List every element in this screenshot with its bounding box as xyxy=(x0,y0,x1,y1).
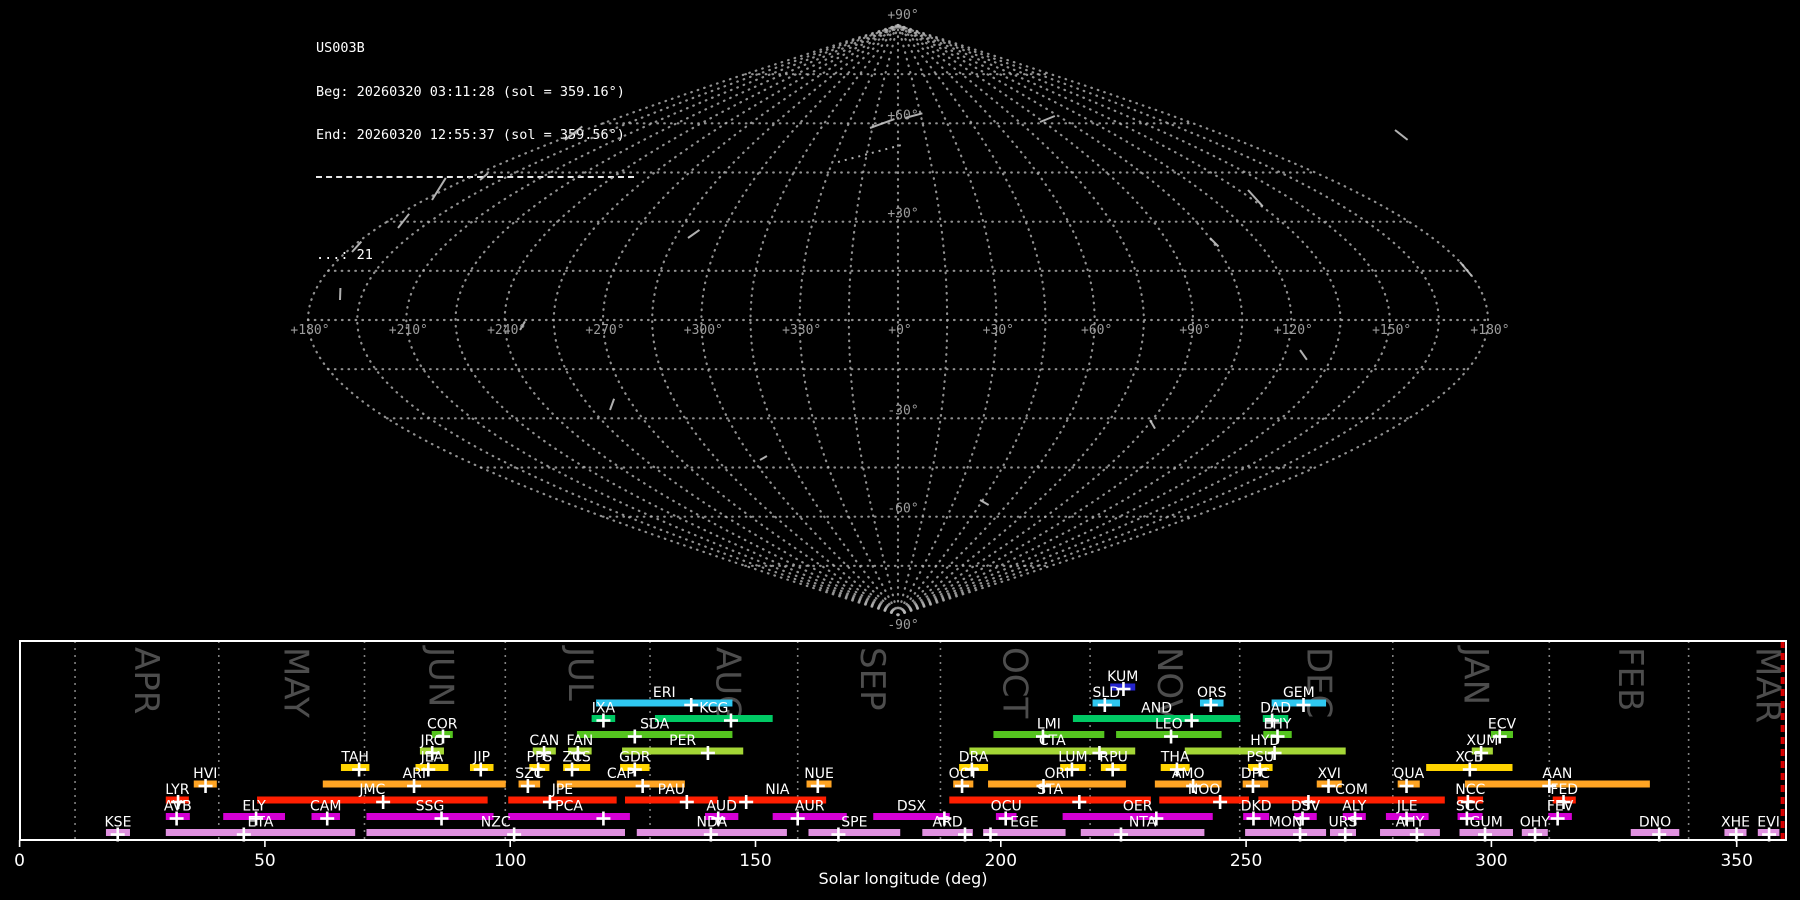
x-tick-label: 50 xyxy=(254,851,276,871)
shower-label-OCT: OCT xyxy=(949,766,979,782)
shower-label-THA: THA xyxy=(1160,750,1190,766)
shower-label-DNO: DNO xyxy=(1639,815,1671,831)
shower-label-ETA: ETA xyxy=(248,815,274,831)
x-tick-label: 150 xyxy=(739,851,771,871)
shower-label-ORI: ORI xyxy=(1045,766,1070,782)
shower-label-NCC: NCC xyxy=(1455,782,1485,798)
shower-label-ZCS: ZCS xyxy=(563,750,591,766)
shower-label-JPE: JPE xyxy=(551,782,573,798)
shower-label-NZC: NZC xyxy=(481,815,511,831)
shower-label-SDA: SDA xyxy=(640,717,669,733)
shower-label-NTA: NTA xyxy=(1129,815,1157,831)
x-tick-label: 0 xyxy=(14,851,25,871)
shower-label-PCA: PCA xyxy=(555,799,583,815)
screenshot-root: { "header": { "station": "US003B", "beg_… xyxy=(0,0,1800,900)
shower-label-PAU: PAU xyxy=(658,782,685,798)
shower-label-DSV: DSV xyxy=(1291,799,1321,815)
x-tick-label: 350 xyxy=(1720,851,1752,871)
shower-label-SLD: SLD xyxy=(1093,685,1120,701)
x-tick-label: 100 xyxy=(494,851,526,871)
month-label: OCT xyxy=(994,647,1034,719)
shower-label-URS: URS xyxy=(1329,815,1358,831)
shower-label-DPC: DPC xyxy=(1241,766,1270,782)
shower-label-AHY: AHY xyxy=(1396,815,1425,831)
shower-label-TAH: TAH xyxy=(340,750,369,766)
shower-label-KCG: KCG xyxy=(699,701,728,717)
shower-label-DSX: DSX xyxy=(897,799,927,815)
month-label: APR xyxy=(126,647,166,714)
shower-label-LEO: LEO xyxy=(1155,717,1183,733)
shower-label-QUA: QUA xyxy=(1393,766,1424,782)
shower-label-JEA: JEA xyxy=(420,750,444,766)
shower-label-SPE: SPE xyxy=(841,815,867,831)
shower-label-FEV: FEV xyxy=(1547,799,1574,815)
x-tick-label: 200 xyxy=(985,851,1017,871)
shower-label-DAD: DAD xyxy=(1260,701,1291,717)
activity-timeline: APRMAYJUNJULAUGSEPOCTNOVDECJANFEBMARKUME… xyxy=(0,0,1800,900)
shower-label-SCC: SCC xyxy=(1456,799,1485,815)
shower-label-CAP: CAP xyxy=(607,766,635,782)
shower-label-SSG: SSG xyxy=(416,799,445,815)
x-axis-title: Solar longitude (deg) xyxy=(819,869,988,888)
shower-label-EGE: EGE xyxy=(1010,815,1039,831)
shower-label-NOO: NOO xyxy=(1188,782,1221,798)
shower-label-MON: MON xyxy=(1269,815,1303,831)
month-label: SEP xyxy=(852,647,892,711)
shower-label-SZC: SZC xyxy=(515,766,543,782)
shower-label-ARD: ARD xyxy=(933,815,963,831)
shower-label-LMI: LMI xyxy=(1037,717,1061,733)
shower-label-JMC: JMC xyxy=(358,782,385,798)
shower-label-NIA: NIA xyxy=(765,782,790,798)
shower-label-AUR: AUR xyxy=(795,799,825,815)
shower-label-STA: STA xyxy=(1037,782,1063,798)
shower-label-ERI: ERI xyxy=(653,685,676,701)
shower-label-CTA: CTA xyxy=(1039,733,1066,749)
shower-label-AAN: AAN xyxy=(1542,766,1572,782)
month-label: JUN xyxy=(420,645,460,707)
month-label: JAN xyxy=(1455,645,1495,705)
x-tick-label: 250 xyxy=(1230,851,1262,871)
month-label: JUL xyxy=(560,645,600,701)
shower-label-AUD: AUD xyxy=(706,799,737,815)
shower-label-PER: PER xyxy=(669,733,696,749)
shower-label-OER: OER xyxy=(1123,799,1153,815)
shower-label-GEM: GEM xyxy=(1283,685,1315,701)
shower-label-CAM: CAM xyxy=(310,799,341,815)
month-label: FEB xyxy=(1610,647,1650,711)
shower-label-AMO: AMO xyxy=(1172,766,1205,782)
shower-label-DRA: DRA xyxy=(959,750,989,766)
shower-label-ELY: ELY xyxy=(242,799,266,815)
shower-label-COM: COM xyxy=(1335,782,1368,798)
shower-label-AND: AND xyxy=(1141,701,1172,717)
shower-label-FAN: FAN xyxy=(566,733,593,749)
x-tick-label: 300 xyxy=(1475,851,1507,871)
shower-label-DKD: DKD xyxy=(1241,799,1272,815)
month-label: MAY xyxy=(276,647,316,718)
shower-label-ECV: ECV xyxy=(1488,717,1517,733)
